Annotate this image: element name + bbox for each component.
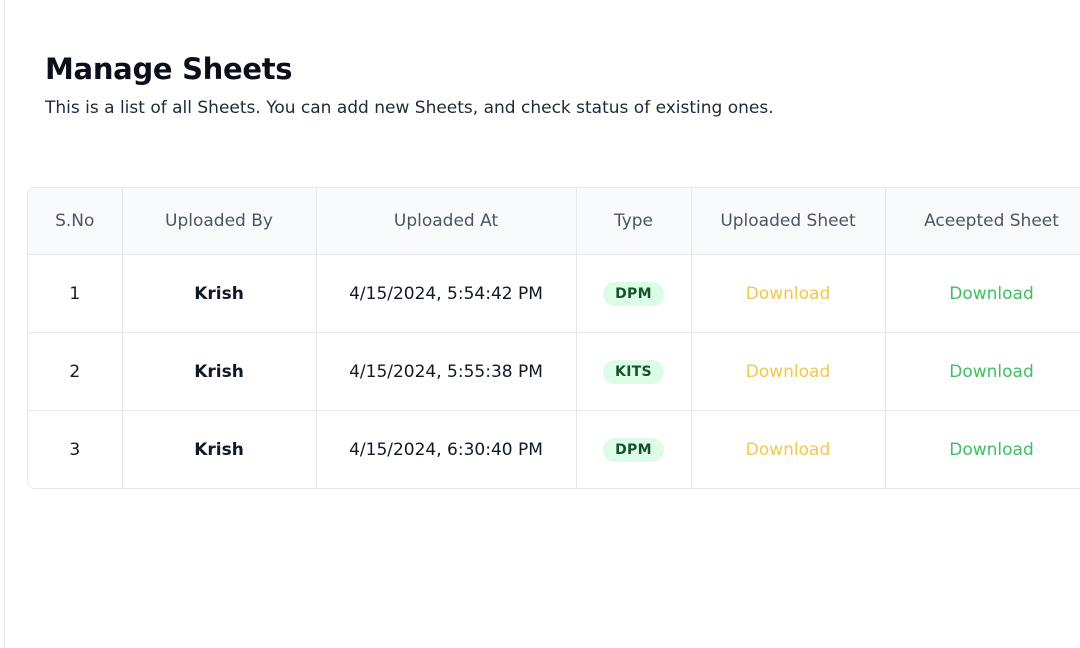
cell-uploaded-sheet: Download [691, 254, 886, 333]
type-badge: DPM [603, 281, 664, 306]
cell-uploaded-sheet: Download [691, 332, 886, 411]
page-subtitle: This is a list of all Sheets. You can ad… [45, 98, 774, 118]
type-badge: KITS [603, 359, 664, 384]
cell-uploaded-at: 4/15/2024, 6:30:40 PM [316, 410, 577, 488]
sheets-table-container: S.No Uploaded By Uploaded At Type Upload… [27, 187, 1080, 489]
cell-type: KITS [576, 332, 692, 411]
column-header-sno: S.No [28, 188, 123, 255]
table-row: 3 Krish 4/15/2024, 6:30:40 PM DPM Downlo… [28, 410, 1080, 488]
cell-uploaded-by: Krish [122, 254, 317, 333]
cell-sno: 3 [28, 410, 123, 488]
uploaded-sheet-download-link[interactable]: Download [746, 362, 831, 382]
cell-sno: 2 [28, 332, 123, 411]
page-title: Manage Sheets [45, 52, 293, 86]
cell-accepted-sheet: Download [885, 254, 1080, 333]
cell-uploaded-by: Krish [122, 410, 317, 488]
cell-uploaded-at: 4/15/2024, 5:55:38 PM [316, 332, 577, 411]
table-row: 2 Krish 4/15/2024, 5:55:38 PM KITS Downl… [28, 332, 1080, 411]
accepted-sheet-download-link[interactable]: Download [949, 362, 1034, 382]
uploaded-sheet-download-link[interactable]: Download [746, 284, 831, 304]
accepted-sheet-download-link[interactable]: Download [949, 284, 1034, 304]
page: Manage Sheets This is a list of all Shee… [4, 0, 1080, 648]
cell-sno: 1 [28, 254, 123, 333]
column-header-type: Type [576, 188, 692, 255]
column-header-accepted-sheet: Aceepted Sheet [885, 188, 1080, 255]
column-header-uploaded-at: Uploaded At [316, 188, 577, 255]
type-badge: DPM [603, 437, 664, 462]
accepted-sheet-download-link[interactable]: Download [949, 440, 1034, 460]
column-header-uploaded-by: Uploaded By [122, 188, 317, 255]
sheets-table: S.No Uploaded By Uploaded At Type Upload… [28, 188, 1080, 488]
cell-accepted-sheet: Download [885, 332, 1080, 411]
table-header-row: S.No Uploaded By Uploaded At Type Upload… [28, 188, 1080, 255]
cell-uploaded-at: 4/15/2024, 5:54:42 PM [316, 254, 577, 333]
uploaded-sheet-download-link[interactable]: Download [746, 440, 831, 460]
cell-uploaded-by: Krish [122, 332, 317, 411]
cell-type: DPM [576, 254, 692, 333]
table-row: 1 Krish 4/15/2024, 5:54:42 PM DPM Downlo… [28, 254, 1080, 333]
page-header: Manage Sheets This is a list of all Shee… [45, 50, 774, 120]
cell-type: DPM [576, 410, 692, 488]
cell-uploaded-sheet: Download [691, 410, 886, 488]
cell-accepted-sheet: Download [885, 410, 1080, 488]
column-header-uploaded-sheet: Uploaded Sheet [691, 188, 886, 255]
